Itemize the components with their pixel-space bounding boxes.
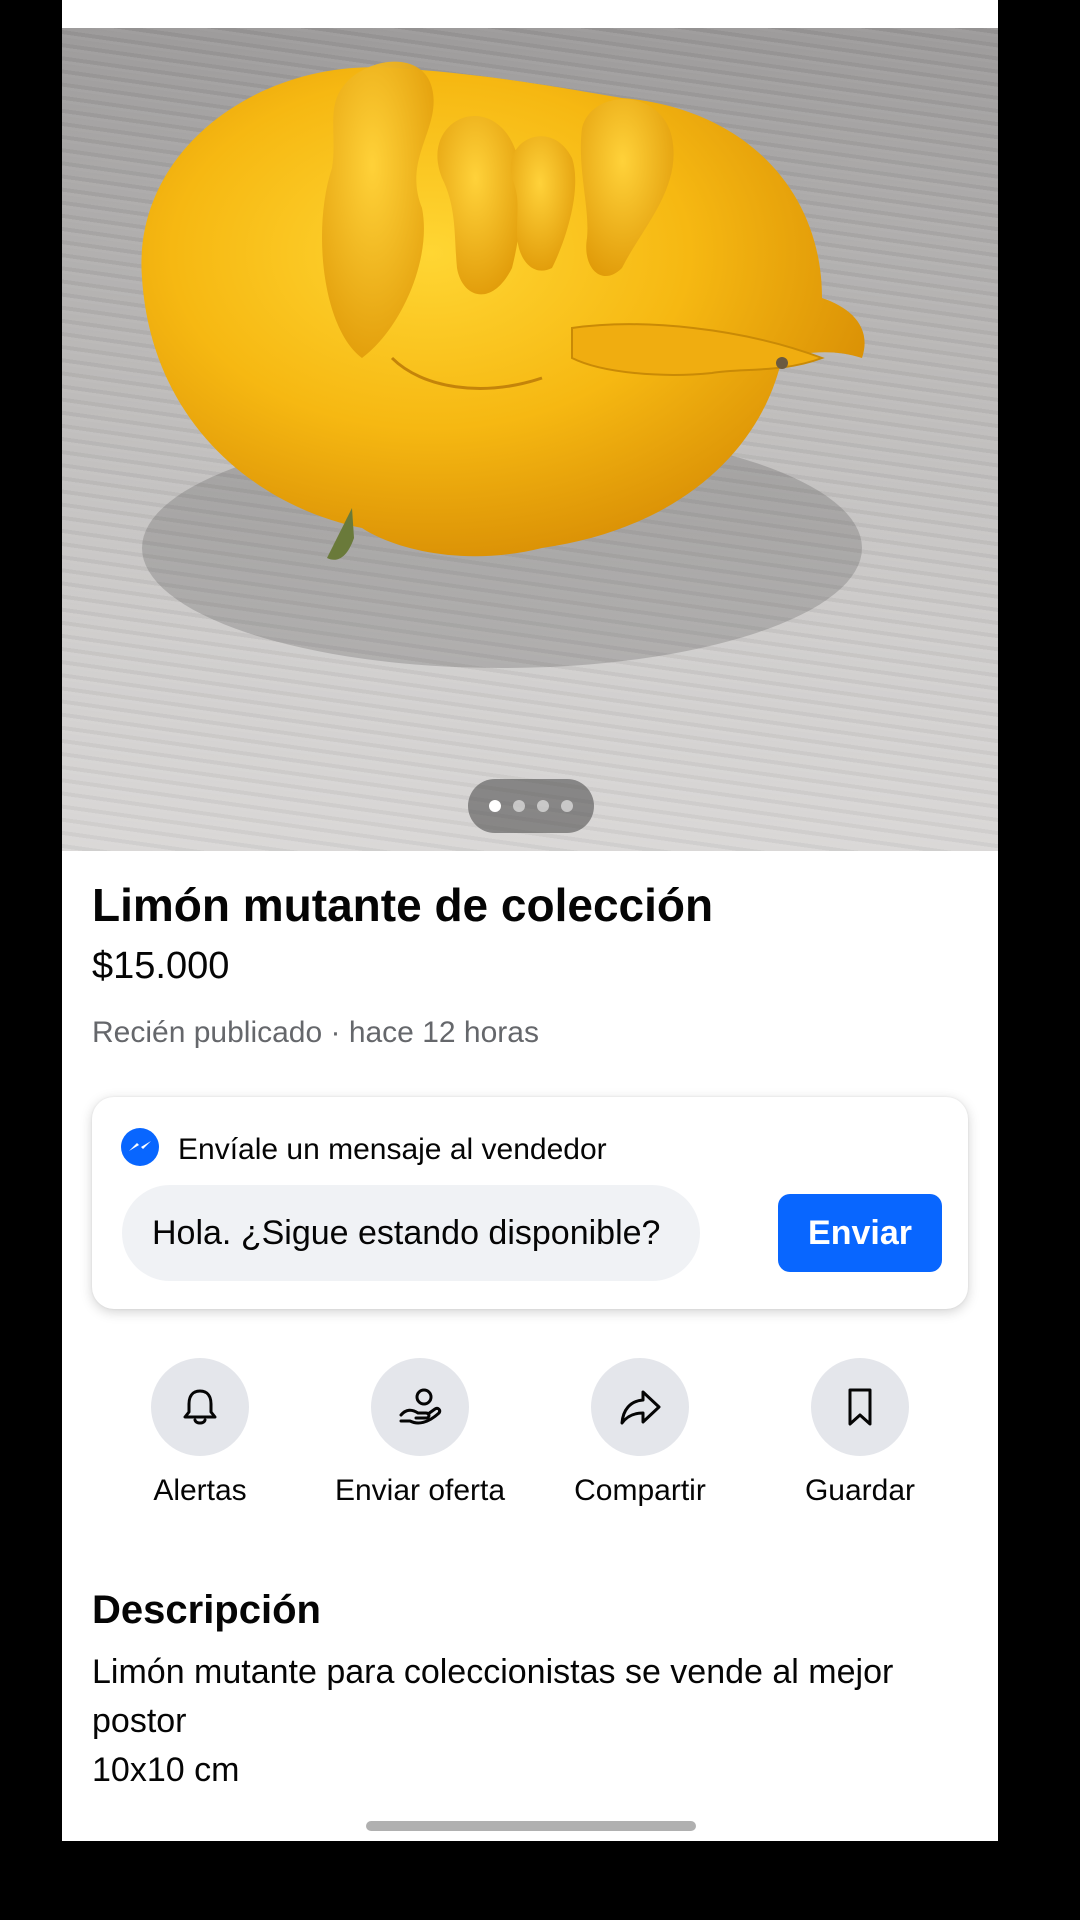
send-offer-button[interactable] [371,1358,469,1456]
save-action[interactable]: Guardar [750,1358,970,1508]
message-card-header: Envíale un mensaje al vendedor [120,1127,607,1172]
offer-hand-icon [399,1388,442,1425]
alerts-action[interactable]: Alertas [90,1358,310,1508]
action-bar: Alertas Enviar oferta Compartir Guardar [62,1358,998,1518]
listing-title: Limón mutante de colección [92,879,714,931]
image-carousel-indicator[interactable] [468,779,594,833]
carousel-dot[interactable] [513,800,525,812]
share-label: Compartir [574,1474,706,1507]
home-indicator[interactable] [366,1821,696,1831]
lemon-image [141,61,865,668]
marketplace-listing-screen: Limón mutante de colección $15.000 Recié… [62,0,998,1841]
message-card-heading: Envíale un mensaje al vendedor [178,1132,607,1166]
carousel-dot[interactable] [489,800,501,812]
share-button[interactable] [591,1358,689,1456]
listing-photo[interactable] [62,28,998,851]
description-text: Limón mutante para coleccionistas se ven… [92,1653,894,1789]
messenger-icon [120,1127,160,1172]
send-button[interactable]: Enviar [778,1194,942,1272]
share-action[interactable]: Compartir [530,1358,750,1508]
alerts-button[interactable] [151,1358,249,1456]
listing-price: $15.000 [92,945,230,987]
bell-icon [183,1389,217,1425]
save-label: Guardar [804,1474,916,1507]
save-button[interactable] [811,1358,909,1456]
description-heading: Descripción [92,1588,321,1632]
bookmark-icon [848,1388,872,1426]
carousel-dot[interactable] [561,800,573,812]
send-offer-label: Enviar oferta [334,1474,506,1507]
listing-posted-time: Recién publicado · hace 12 horas [92,1016,539,1049]
alerts-label: Alertas [153,1474,247,1507]
message-input[interactable]: Hola. ¿Sigue estando disponible? [122,1185,700,1281]
carousel-dot[interactable] [537,800,549,812]
send-offer-action[interactable]: Enviar oferta [310,1358,530,1508]
share-arrow-icon [620,1390,661,1425]
message-seller-card: Envíale un mensaje al vendedor Hola. ¿Si… [92,1097,968,1309]
